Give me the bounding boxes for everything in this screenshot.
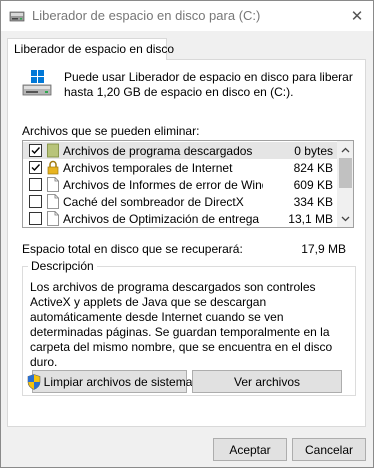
files-list[interactable]: Archivos de programa descargados 0 bytes… <box>22 140 354 228</box>
intro-text: Puede usar Liberador de espacio en disco… <box>64 70 353 99</box>
view-files-button[interactable]: Ver archivos <box>192 370 342 393</box>
checkmark-icon <box>31 164 41 172</box>
description-text: Los archivos de programa descargados son… <box>30 280 333 369</box>
close-button[interactable]: ✕ <box>341 1 373 31</box>
drive-icon <box>22 70 52 96</box>
title-bar[interactable]: Liberador de espacio en disco para (C:) … <box>1 1 373 31</box>
disk-cleanup-window: Liberador de espacio en disco para (C:) … <box>0 0 374 468</box>
list-item[interactable]: Caché del sombreador de DirectX 334 KB <box>23 193 337 210</box>
list-item[interactable]: Archivos de programa descargados 0 bytes <box>23 142 337 159</box>
tab-panel: Puede usar Liberador de espacio en disco… <box>7 59 366 427</box>
file-icon <box>47 194 59 209</box>
file-size: 609 KB <box>293 178 333 192</box>
description-title: Descripción <box>28 259 97 273</box>
files-label: Archivos que se pueden eliminar: <box>22 124 200 138</box>
file-size: 13,1 MB <box>288 212 333 226</box>
clean-system-files-label: Limpiar archivos de sistema <box>43 374 193 389</box>
disk-cleanup-icon <box>9 8 25 24</box>
folder-icon <box>47 143 59 158</box>
clean-system-files-button[interactable]: Limpiar archivos de sistema <box>27 370 192 393</box>
scroll-down-button[interactable] <box>337 210 353 227</box>
file-icon <box>47 177 59 192</box>
lock-icon <box>47 160 59 175</box>
total-space-value: 17,9 MB <box>301 242 346 256</box>
file-size: 824 KB <box>293 161 333 175</box>
checkmark-icon <box>31 147 41 155</box>
file-name: Archivos de Optimización de entrega <box>63 212 260 226</box>
checkbox[interactable] <box>29 212 42 225</box>
checkbox[interactable] <box>29 144 42 157</box>
checkbox[interactable] <box>29 161 42 174</box>
checkbox[interactable] <box>29 178 42 191</box>
close-icon: ✕ <box>350 8 364 25</box>
shield-icon <box>27 373 41 390</box>
chevron-down-icon <box>341 216 350 221</box>
cancel-button[interactable]: Cancelar <box>292 438 366 461</box>
file-name: Archivos de Informes de error de Wind... <box>63 178 263 192</box>
tab-disk-cleanup[interactable]: Liberador de espacio en disco <box>7 38 174 60</box>
total-space-label: Espacio total en disco que se recuperará… <box>22 242 243 256</box>
scroll-thumb[interactable] <box>339 158 352 188</box>
list-item[interactable]: Archivos de Informes de error de Wind...… <box>23 176 337 193</box>
checkbox[interactable] <box>29 195 42 208</box>
ok-button[interactable]: Aceptar <box>213 438 287 461</box>
files-scrollbar[interactable] <box>337 141 353 227</box>
window-title: Liberador de espacio en disco para (C:) <box>32 8 261 23</box>
scroll-up-button[interactable] <box>337 141 353 158</box>
file-name: Archivos de programa descargados <box>63 144 253 158</box>
file-name: Caché del sombreador de DirectX <box>63 195 244 209</box>
chevron-up-icon <box>341 147 350 152</box>
file-size: 334 KB <box>293 195 333 209</box>
file-size: 0 bytes <box>294 144 333 158</box>
list-item[interactable]: Archivos temporales de Internet 824 KB <box>23 159 337 176</box>
file-icon <box>47 211 59 226</box>
file-name: Archivos temporales de Internet <box>63 161 233 175</box>
list-item[interactable]: Archivos de Optimización de entrega 13,1… <box>23 210 337 227</box>
